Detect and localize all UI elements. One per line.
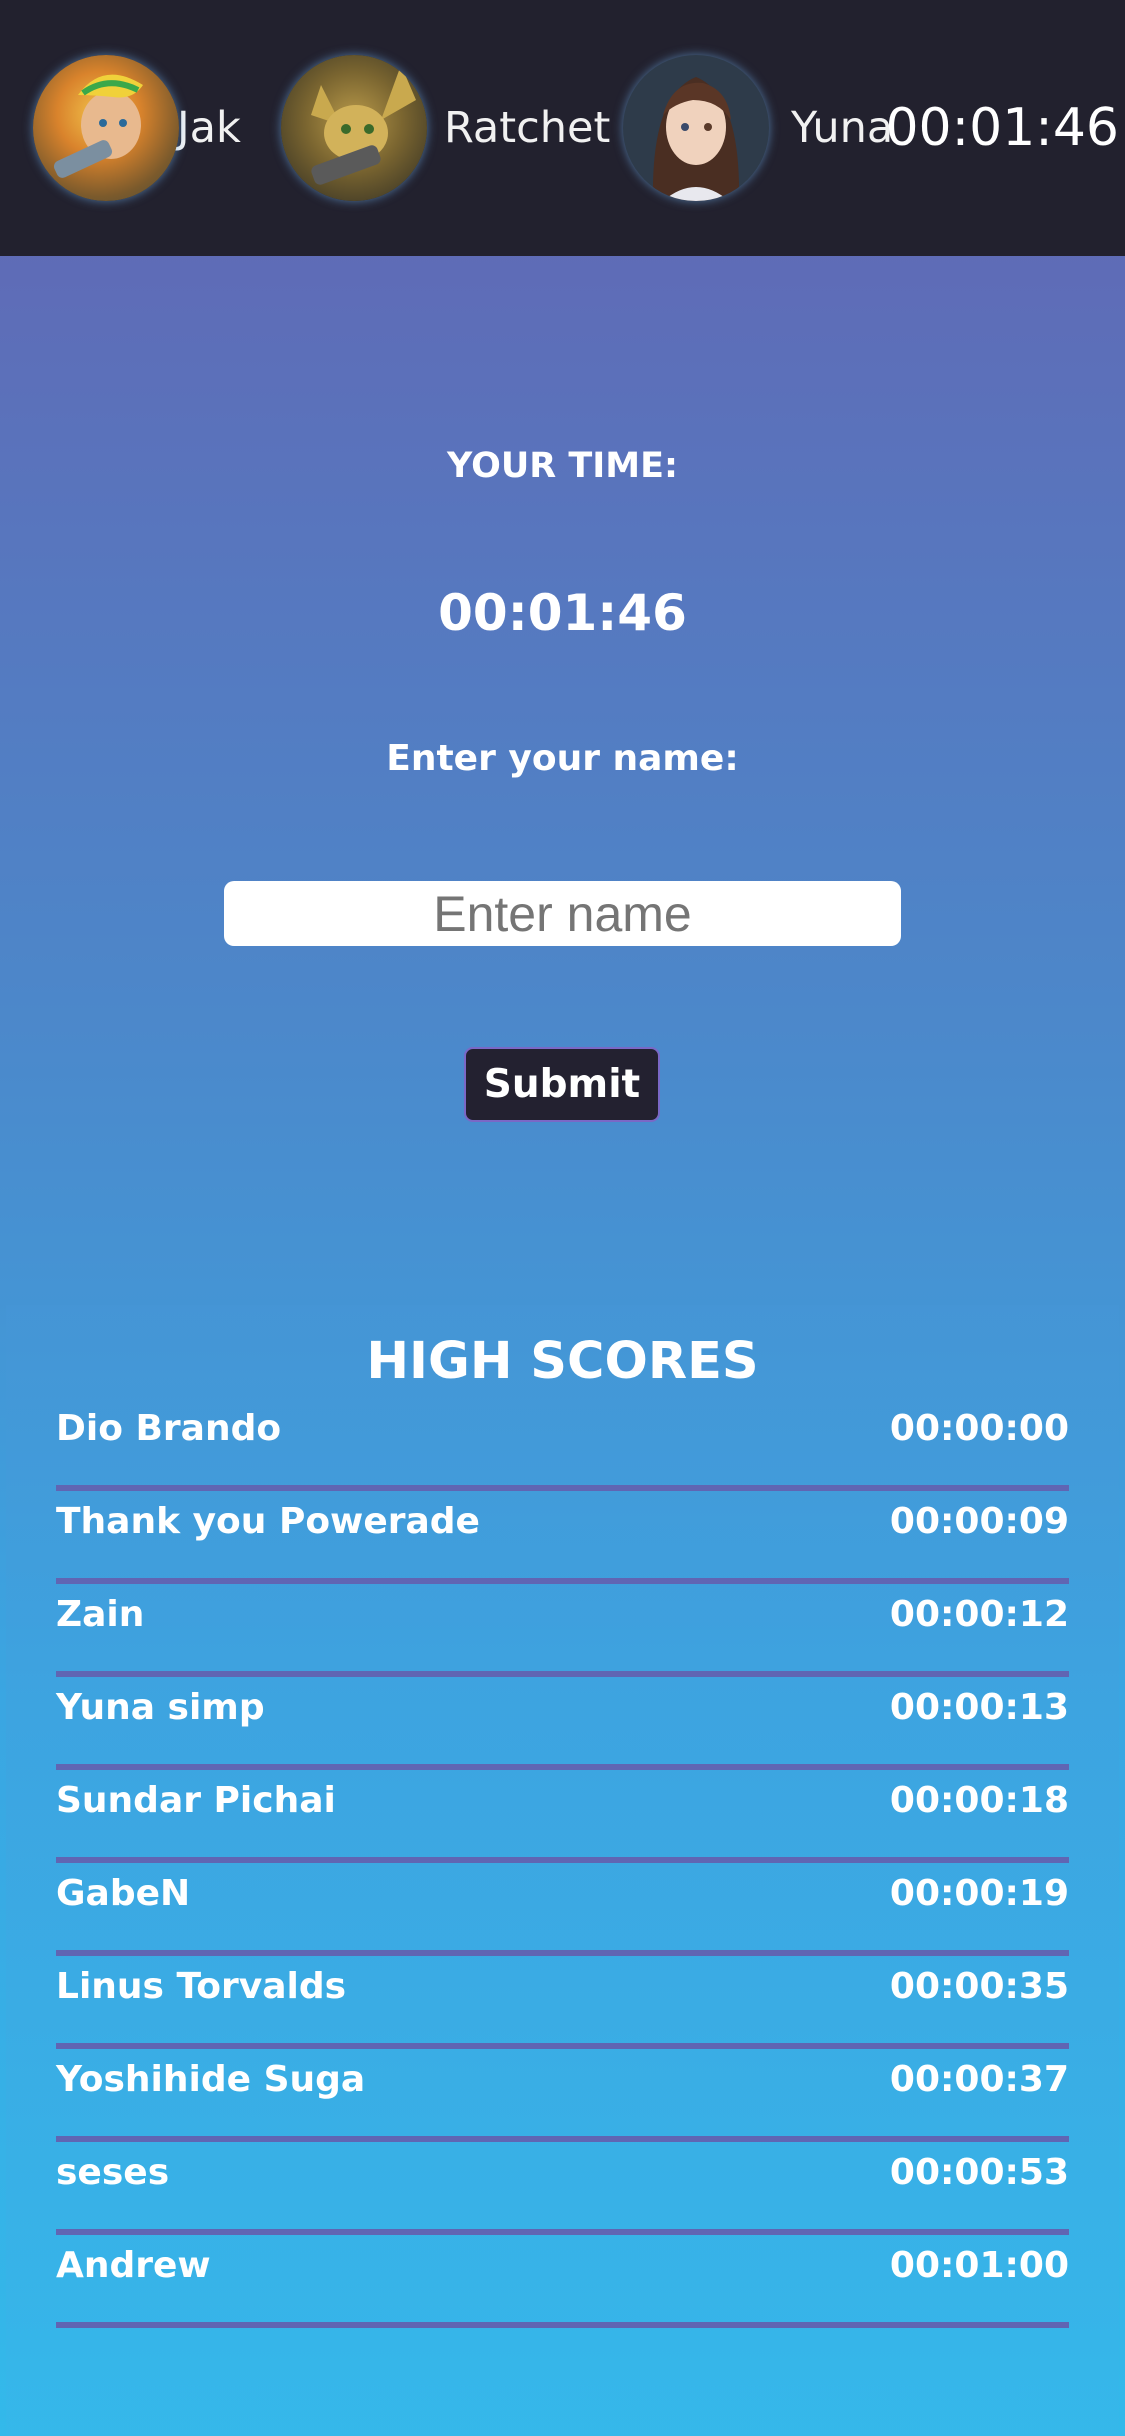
character-ratchet[interactable]: Ratchet [281,0,610,256]
character-name-jak: Jak [177,103,241,153]
score-row: seses 00:00:53 [56,2142,1069,2235]
submit-button[interactable]: Submit [464,1047,660,1122]
name-input[interactable] [224,881,901,946]
score-time: 00:00:18 [889,1780,1069,1821]
character-jak[interactable]: Jak [33,0,241,256]
score-player-name: Yuna simp [56,1687,265,1728]
score-time: 00:01:00 [889,2245,1069,2286]
score-player-name: Andrew [56,2245,211,2286]
score-row: Andrew 00:01:00 [56,2235,1069,2328]
score-player-name: Dio Brando [56,1408,282,1449]
your-time-label: YOUR TIME: [446,446,679,486]
score-time: 00:00:00 [889,1408,1069,1449]
top-bar: Jak Ratchet Yuna 00:01:46 [0,0,1125,256]
enter-name-label: Enter your name: [386,738,739,779]
score-time: 00:00:53 [889,2152,1069,2193]
character-yuna[interactable]: Yuna [623,0,893,256]
score-row: Yoshihide Suga 00:00:37 [56,2049,1069,2142]
score-player-name: GabeN [56,1873,191,1914]
score-player-name: Sundar Pichai [56,1780,336,1821]
ratchet-portrait-icon [281,55,427,201]
yuna-portrait-icon [623,55,769,201]
character-name-ratchet: Ratchet [444,103,611,153]
score-row: Thank you Powerade 00:00:09 [56,1491,1069,1584]
score-row: Linus Torvalds 00:00:35 [56,1956,1069,2049]
score-row: Dio Brando 00:00:00 [56,1398,1069,1491]
score-time: 00:00:09 [889,1501,1069,1542]
game-timer: 00:01:46 [885,98,1119,158]
score-row: Zain 00:00:12 [56,1584,1069,1677]
your-time-value: 00:01:46 [438,584,687,642]
score-player-name: Thank you Powerade [56,1501,480,1542]
score-time: 00:00:12 [889,1594,1069,1635]
score-time: 00:00:19 [889,1873,1069,1914]
score-row: Yuna simp 00:00:13 [56,1677,1069,1770]
score-row: GabeN 00:00:19 [56,1863,1069,1956]
score-row: Sundar Pichai 00:00:18 [56,1770,1069,1863]
jak-portrait-icon [33,55,179,201]
score-player-name: Linus Torvalds [56,1966,347,2007]
score-time: 00:00:37 [889,2059,1069,2100]
score-player-name: seses [56,2152,170,2193]
score-player-name: Yoshihide Suga [56,2059,366,2100]
score-player-name: Zain [56,1594,145,1635]
score-time: 00:00:35 [889,1966,1069,2007]
high-scores-title: HIGH SCORES [366,1332,759,1391]
score-time: 00:00:13 [889,1687,1069,1728]
character-name-yuna: Yuna [791,103,894,153]
